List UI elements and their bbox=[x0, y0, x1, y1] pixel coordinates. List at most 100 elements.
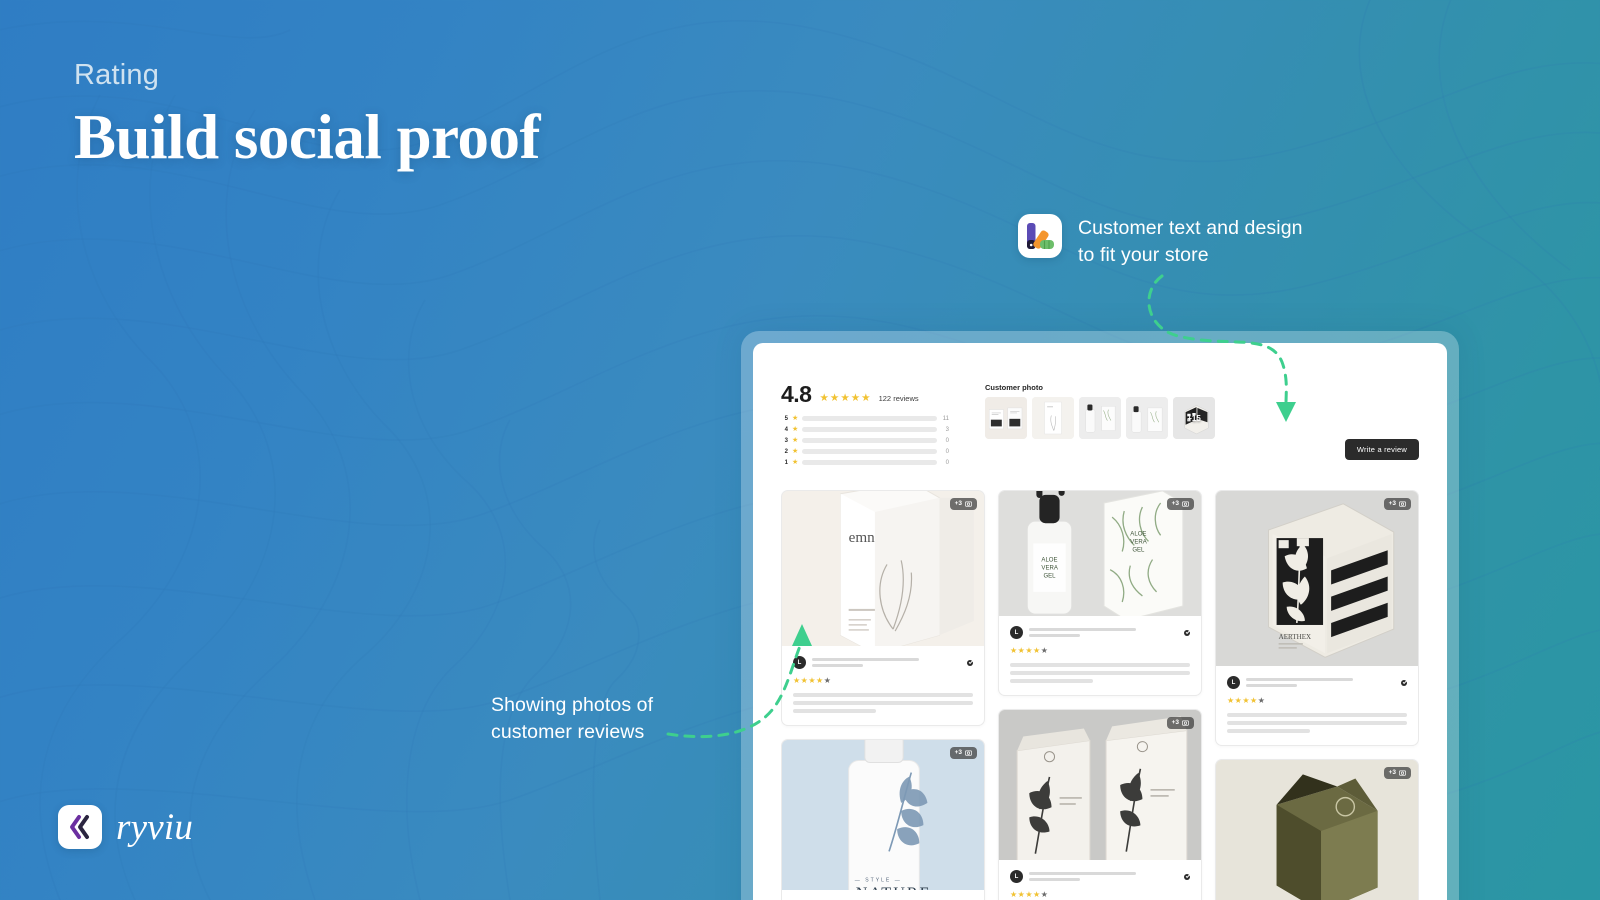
review-body: L★★★★★ bbox=[999, 860, 1201, 900]
rating-breakdown-row[interactable]: 5 ★ 11 bbox=[781, 415, 949, 422]
customer-photo-thumbnail[interactable]: +15 bbox=[1173, 397, 1215, 439]
star-icon: ★ bbox=[1010, 890, 1018, 899]
headline-block: Rating Build social proof bbox=[74, 59, 540, 171]
review-stars: ★ ★ ★ ★ ★ bbox=[1010, 647, 1190, 655]
rating-breakdown-track bbox=[802, 460, 937, 465]
svg-text:VERA: VERA bbox=[1041, 566, 1058, 572]
rating-breakdown-label: 1 bbox=[784, 459, 788, 466]
rating-breakdown-row[interactable]: 1 ★ 0 bbox=[781, 459, 949, 466]
review-photo[interactable]: emn +3 bbox=[782, 491, 984, 646]
customer-photo-more-count: +15 bbox=[1187, 413, 1201, 423]
photo-icon bbox=[965, 501, 972, 507]
star-icon: ★ bbox=[1227, 696, 1235, 705]
review-card[interactable]: +3L★★★★★ bbox=[1215, 759, 1419, 900]
photo-count-badge[interactable]: +3 bbox=[1166, 717, 1194, 729]
rating-breakdown-bars: 5 ★ 11 4 ★ 3 3 ★ 0 2 ★ 0 1 ★ 0 bbox=[781, 415, 949, 466]
rating-breakdown-label: 2 bbox=[784, 448, 788, 455]
star-icon: ★ bbox=[800, 676, 808, 685]
photo-count-label: +3 bbox=[954, 499, 962, 507]
star-icon: ★ bbox=[792, 415, 799, 422]
avatar: L bbox=[1010, 626, 1023, 639]
rating-breakdown-count: 0 bbox=[945, 448, 949, 455]
review-body: L★★★★★ bbox=[782, 890, 984, 900]
avatar: L bbox=[1227, 676, 1240, 689]
photo-count-badge[interactable]: +3 bbox=[949, 498, 977, 510]
photo-count-badge[interactable]: +3 bbox=[1383, 498, 1411, 510]
svg-text:— STYLE —: — STYLE — bbox=[855, 878, 902, 884]
placeholder-bar bbox=[1029, 627, 1137, 631]
placeholder-bar bbox=[1029, 871, 1137, 875]
star-icon: ★ bbox=[1025, 890, 1033, 899]
svg-text:NATURE: NATURE bbox=[856, 885, 932, 890]
placeholder-bar bbox=[793, 693, 973, 697]
callout-showing-photos-label: Showing photos of customer reviews bbox=[491, 694, 654, 743]
avatar: L bbox=[793, 656, 806, 669]
review-photo[interactable]: +3 bbox=[999, 710, 1201, 860]
photo-count-label: +3 bbox=[1171, 718, 1179, 726]
rating-breakdown-row[interactable]: 4 ★ 3 bbox=[781, 426, 949, 433]
avatar: L bbox=[1010, 870, 1023, 883]
review-user: L bbox=[1227, 676, 1407, 689]
customer-photo-thumbnail[interactable] bbox=[1079, 397, 1121, 439]
review-text-placeholder bbox=[1227, 713, 1407, 733]
star-icon: ★ bbox=[861, 392, 871, 404]
star-icon: ★ bbox=[829, 392, 840, 404]
star-icon: ★ bbox=[1250, 696, 1258, 705]
review-card[interactable]: emn +3 L ★ ★ ★ ★ ★ bbox=[781, 490, 985, 726]
customer-photo-thumbnail[interactable] bbox=[1126, 397, 1168, 439]
review-column: AERTHEX+3L★★★★★+3L★★★★★ bbox=[1215, 490, 1419, 900]
review-card[interactable]: AERTHEX +3 L ★ ★ ★ ★ ★ bbox=[1215, 490, 1419, 746]
review-user-placeholder bbox=[1246, 677, 1395, 688]
svg-text:AERTHEX: AERTHEX bbox=[1279, 633, 1312, 641]
review-photo[interactable]: — STYLE —NATUREORGANIC BEAUTY+3 bbox=[782, 740, 984, 890]
star-icon: ★ bbox=[1234, 696, 1242, 705]
review-text-placeholder bbox=[1010, 663, 1190, 683]
placeholder-bar bbox=[1227, 729, 1310, 733]
photo-count-badge[interactable]: +3 bbox=[949, 747, 977, 759]
review-widget-panel: Write a review 4.8 ★ ★ ★ ★ ★ 122 reviews 5 ★ 1… bbox=[753, 343, 1447, 900]
star-icon: ★ bbox=[1033, 646, 1041, 655]
verified-badge-icon bbox=[967, 659, 973, 666]
placeholder-bar bbox=[1246, 677, 1354, 681]
review-stars: ★ ★ ★ ★ ★ bbox=[1227, 697, 1407, 705]
customer-photo-section: Customer photo +15 bbox=[985, 383, 1419, 439]
customer-photo-thumbnail[interactable] bbox=[1032, 397, 1074, 439]
review-card[interactable]: +3 L★★★★★ bbox=[998, 709, 1202, 900]
verified-badge-icon bbox=[1184, 629, 1190, 636]
ryviu-chevron-icon bbox=[58, 805, 102, 849]
star-icon: ★ bbox=[823, 676, 831, 685]
review-card[interactable]: — STYLE —NATUREORGANIC BEAUTY+3L★★★★★ bbox=[781, 739, 985, 900]
placeholder-bar bbox=[1227, 713, 1407, 717]
write-a-review-button[interactable]: Write a review bbox=[1344, 439, 1419, 460]
photo-count-badge[interactable]: +3 bbox=[1166, 498, 1194, 510]
placeholder-bar bbox=[1029, 634, 1080, 638]
star-icon: ★ bbox=[840, 392, 850, 404]
rating-breakdown-row[interactable]: 2 ★ 0 bbox=[781, 448, 949, 455]
rating-breakdown-row[interactable]: 3 ★ 0 bbox=[781, 437, 949, 444]
rating-breakdown-track bbox=[802, 416, 937, 421]
review-user-placeholder bbox=[1029, 871, 1178, 882]
review-body: L ★★★★★ bbox=[1216, 666, 1418, 745]
rating-breakdown-track bbox=[802, 438, 937, 443]
rating-breakdown-count: 3 bbox=[945, 426, 949, 433]
review-card[interactable]: ALOE VERA GEL ALOE VERA GEL +3 L ★ ★ ★ ★ ★ bbox=[998, 490, 1202, 696]
customer-photo-thumbnail[interactable] bbox=[985, 397, 1027, 439]
review-body: L ★★★★★ bbox=[999, 616, 1201, 695]
callout-customer-design: Customer text and design to fit your sto… bbox=[1018, 214, 1303, 269]
placeholder-bar bbox=[1029, 878, 1080, 882]
design-palette-icon bbox=[1018, 214, 1062, 258]
photo-icon bbox=[1182, 501, 1189, 507]
device-frame: Write a review 4.8 ★ ★ ★ ★ ★ 122 reviews 5 ★ 1… bbox=[741, 331, 1459, 900]
rating-score-row: 4.8 ★ ★ ★ ★ ★ 122 reviews bbox=[781, 383, 949, 406]
photo-count-badge[interactable]: +3 bbox=[1383, 767, 1411, 779]
star-icon: ★ bbox=[1033, 890, 1041, 899]
svg-text:GEL: GEL bbox=[1132, 547, 1145, 553]
review-photo[interactable]: ALOE VERA GEL ALOE VERA GEL +3 bbox=[999, 491, 1201, 616]
review-photo[interactable]: +3 bbox=[1216, 760, 1418, 900]
star-icon: ★ bbox=[793, 676, 801, 685]
callout-customer-design-label: Customer text and design to fit your sto… bbox=[1078, 217, 1303, 266]
rating-breakdown-label: 3 bbox=[784, 437, 788, 444]
review-column: emn+3 L★★★★★— STYLE —NATUREORGANIC BEAUTY… bbox=[781, 490, 985, 900]
review-photo[interactable]: AERTHEX +3 bbox=[1216, 491, 1418, 666]
photo-icon bbox=[1399, 770, 1406, 776]
